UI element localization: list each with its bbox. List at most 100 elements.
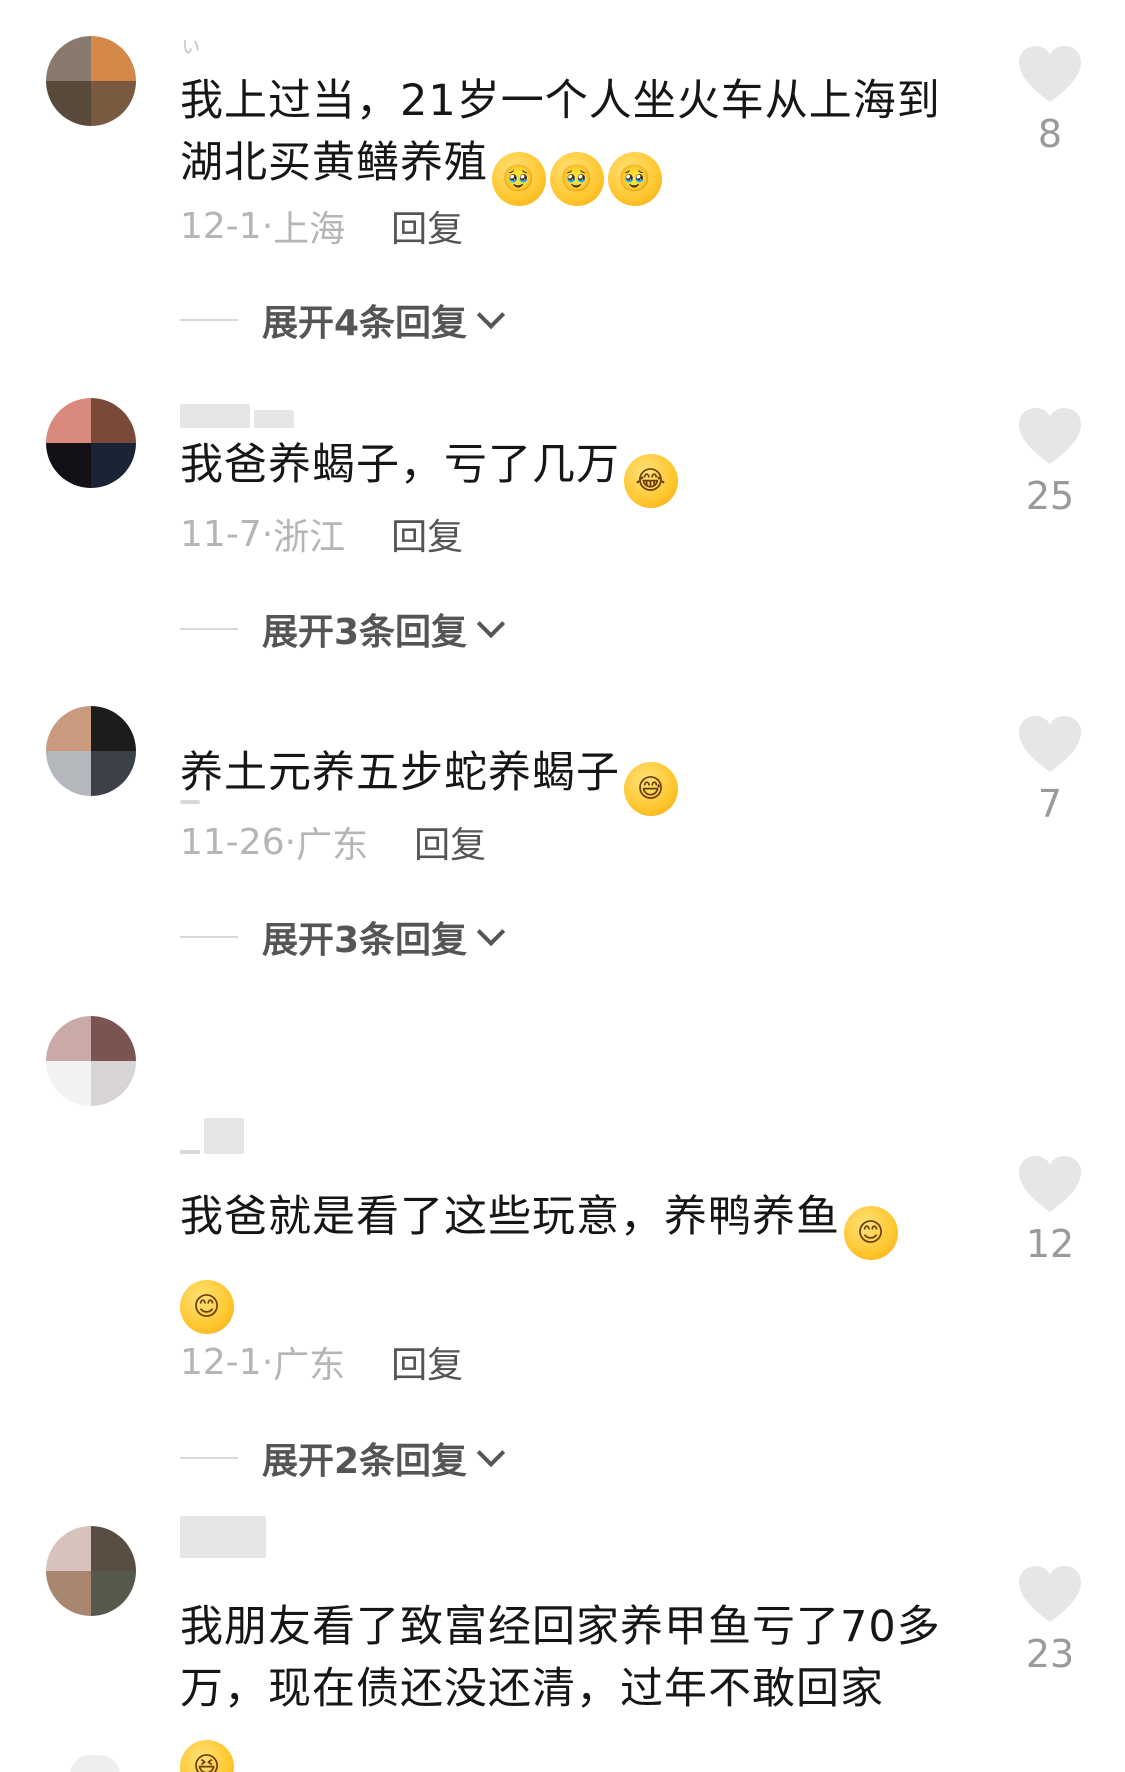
comment-meta: 12-1 · 广东 回复 [180, 1336, 463, 1388]
redaction-block [254, 410, 294, 428]
expand-replies-label: 展开2条回复 [262, 1441, 468, 1482]
avatar-pixel [46, 1571, 91, 1616]
avatar-pixel [46, 751, 91, 796]
grinning-sweat-emoji-icon: 😅 [624, 762, 678, 816]
avatar-pixel [91, 36, 136, 81]
username[interactable]: ぃ [180, 28, 202, 60]
avatar[interactable] [46, 1526, 136, 1616]
avatar-pixel [91, 1016, 136, 1061]
avatar-pixel [91, 706, 136, 751]
comment-location: 广东 [296, 825, 369, 866]
avatar[interactable] [46, 398, 136, 488]
avatar-pixel [91, 1571, 136, 1616]
avatar-pixel [46, 1016, 91, 1061]
avatar[interactable] [46, 36, 136, 126]
heart-icon [1019, 408, 1081, 464]
comment-location: 上海 [273, 209, 346, 250]
smiling-emoji-icon: 😊 [180, 1280, 234, 1334]
heart-icon [1019, 716, 1081, 772]
redaction-block [204, 1118, 244, 1154]
laughing-emoji-icon: 😆 [180, 1740, 234, 1772]
avatar-pixel [91, 1526, 136, 1571]
like-button[interactable]: 12 [1010, 1156, 1090, 1266]
smiling-emoji-icon: 😊 [844, 1206, 898, 1260]
meta-separator: · [261, 513, 274, 555]
username-redacted[interactable] [180, 1516, 266, 1558]
meta-separator: · [261, 1341, 274, 1383]
like-button[interactable]: 8 [1010, 46, 1090, 156]
like-count: 8 [1037, 112, 1063, 156]
meta-separator: · [261, 205, 274, 247]
next-avatar-partial [70, 1755, 120, 1772]
avatar-pixel [91, 443, 136, 488]
meta-separator: · [284, 821, 297, 863]
comment-text: 我爸养蝎子，亏了几万 😂 [180, 434, 980, 508]
avatar-pixel [91, 398, 136, 443]
comment-text: 我爸就是看了这些玩意，养鸭养鱼 😊 😊 [180, 1186, 980, 1334]
comment-body: 养土元养五步蛇养蝎子 [180, 748, 620, 798]
username-redacted[interactable] [180, 400, 294, 428]
comment-location: 广东 [273, 1345, 346, 1386]
comment-body: 我朋友看了致富经回家养甲鱼亏了70多万，现在债还没还清，过年不敢回家 [180, 1602, 941, 1714]
crying-pleading-emoji-icon: 🥹 [608, 152, 662, 206]
reply-button[interactable]: 回复 [391, 200, 463, 252]
chevron-down-icon [476, 300, 506, 330]
expand-replies-button[interactable]: 展开2条回复 [180, 1432, 506, 1484]
chevron-down-icon [476, 1438, 506, 1468]
like-count: 25 [1025, 474, 1075, 518]
comment-meta: 11-7 · 浙江 回复 [180, 508, 463, 560]
expand-replies-button[interactable]: 展开4条回复 [180, 294, 506, 346]
comment-date: 11-7 [180, 513, 262, 555]
crying-pleading-emoji-icon: 🥹 [492, 152, 546, 206]
reply-button[interactable]: 回复 [391, 1336, 463, 1388]
avatar-pixel [46, 398, 91, 443]
expand-replies-label: 展开3条回复 [262, 920, 468, 961]
avatar-pixel [46, 81, 91, 126]
avatar[interactable] [46, 1016, 136, 1106]
username-redacted[interactable] [180, 1118, 244, 1154]
comment-body: 我爸就是看了这些玩意，养鸭养鱼 [180, 1192, 840, 1242]
chevron-down-icon [476, 609, 506, 639]
comment-date: 11-26 [180, 821, 285, 863]
avatar-pixel [91, 81, 136, 126]
reply-button[interactable]: 回复 [391, 508, 463, 560]
heart-icon [1019, 46, 1081, 102]
comment-meta: 11-26 · 广东 回复 [180, 816, 486, 868]
like-count: 23 [1025, 1632, 1075, 1676]
avatar-pixel [91, 751, 136, 796]
avatar-pixel [91, 1061, 136, 1106]
comments-page: ぃ 我上过当，21岁一个人坐火车从上海到湖北买黄鳝养殖 🥹 🥹 🥹 12-1 · 上海 回… [0, 0, 1125, 1772]
comment-text: 我上过当，21岁一个人坐火车从上海到湖北买黄鳝养殖 🥹 🥹 🥹 [180, 70, 980, 206]
comment-text: 我朋友看了致富经回家养甲鱼亏了70多万，现在债还没还清，过年不敢回家 😆 [180, 1596, 980, 1772]
divider-line [180, 1457, 238, 1459]
avatar-pixel [46, 1526, 91, 1571]
chevron-down-icon [476, 917, 506, 947]
divider-line [180, 628, 238, 630]
comment-date: 12-1 [180, 1341, 262, 1383]
like-button[interactable]: 25 [1010, 408, 1090, 518]
avatar[interactable] [46, 706, 136, 796]
expand-replies-label: 展开4条回复 [262, 303, 468, 344]
comment-meta: 12-1 · 上海 回复 [180, 200, 463, 252]
comment-date: 12-1 [180, 205, 262, 247]
expand-replies-button[interactable]: 展开3条回复 [180, 911, 506, 963]
like-button[interactable]: 23 [1010, 1566, 1090, 1676]
divider-line [180, 319, 238, 321]
comment-text: 养土元养五步蛇养蝎子 😅 [180, 742, 980, 816]
avatar-pixel [46, 1061, 91, 1106]
avatar-pixel [46, 36, 91, 81]
divider-line [180, 936, 238, 938]
avatar-pixel [46, 706, 91, 751]
comment-body: 我爸养蝎子，亏了几万 [180, 440, 620, 490]
redaction-block [180, 1516, 266, 1558]
like-count: 7 [1037, 782, 1063, 826]
laughing-crying-emoji-icon: 😂 [624, 454, 678, 508]
crying-pleading-emoji-icon: 🥹 [550, 152, 604, 206]
like-button[interactable]: 7 [1010, 716, 1090, 826]
expand-replies-button[interactable]: 展开3条回复 [180, 603, 506, 655]
avatar-pixel [46, 443, 91, 488]
like-count: 12 [1025, 1222, 1075, 1266]
reply-button[interactable]: 回复 [414, 816, 486, 868]
heart-icon [1019, 1566, 1081, 1622]
redaction-block [180, 404, 250, 428]
